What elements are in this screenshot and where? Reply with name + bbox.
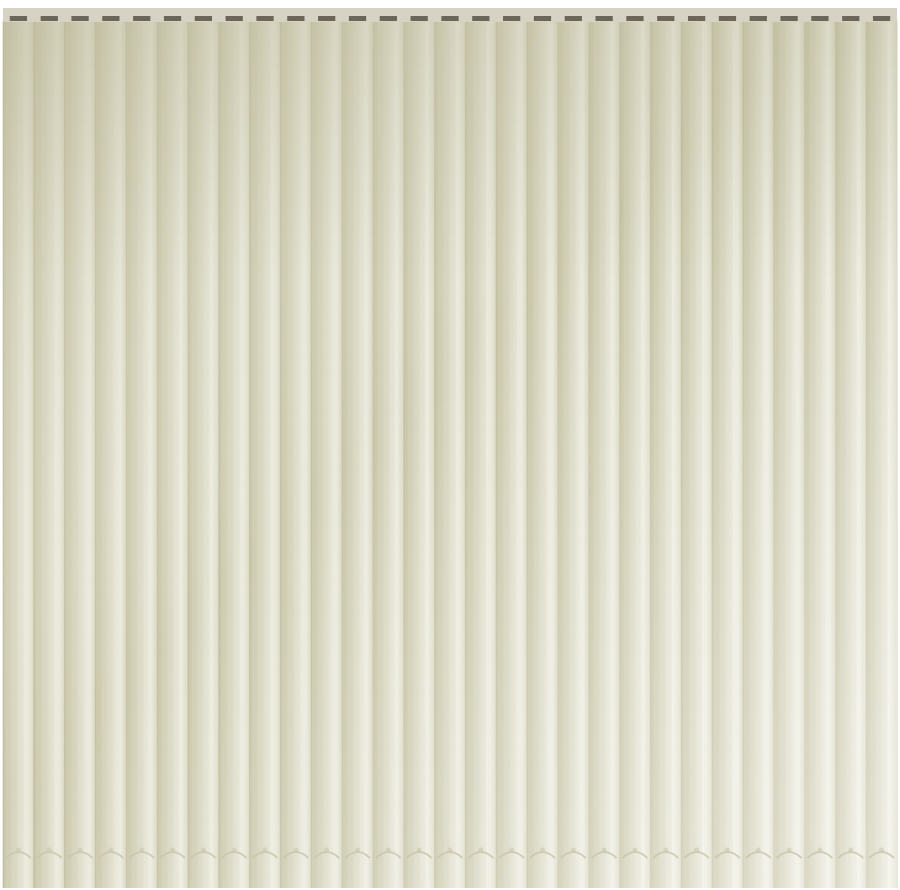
slat-carrier [318,16,336,21]
slat-carrier [749,16,767,21]
slat-carrier [410,16,428,21]
slat-carrier [287,16,305,21]
slat-carrier [503,16,521,21]
bottom-weight [262,847,268,853]
slat-carrier [564,16,582,21]
bottom-weight [848,847,854,853]
slat-carrier [348,16,367,21]
slat-carrier [718,16,737,21]
slat-carrier [71,16,89,21]
slat-carrier [225,16,243,21]
vertical-blinds-illustration [0,0,900,890]
bottom-weight [108,847,114,853]
bottom-weight [355,847,361,853]
slat-carrier [595,16,613,21]
bottom-weight [231,847,237,853]
bottom-weight [509,847,515,853]
slat-carrier [472,16,490,21]
headrail [3,8,897,22]
slat-carrier [379,16,397,21]
slat-carrier [133,16,151,21]
bottom-weight [200,847,206,853]
bottom-weight [46,847,52,853]
bottom-weight [724,847,730,853]
slat-carrier [626,16,644,21]
bottom-weight [478,847,484,853]
slat-carrier [441,16,459,21]
slat-carrier [163,16,182,21]
bottom-weight [632,847,638,853]
slat-carrier [533,16,552,21]
bottom-weight [755,847,761,853]
bottom-weight [416,847,422,853]
bottom-weight [570,847,576,853]
slat-carrier [102,16,120,21]
slat-carrier [9,16,28,21]
bottom-weight [170,847,176,853]
bottom-weight [879,847,885,853]
slat-carriers [9,16,891,21]
bottom-weight [539,847,545,853]
slat-carrier [687,16,706,21]
bottom-weight [601,847,607,853]
top-gradient [3,20,897,888]
bottom-weight [15,847,21,853]
bottom-weight [324,847,330,853]
bottom-weight [817,847,823,853]
slat-carrier [780,16,798,21]
slat-carrier [194,16,213,21]
bottom-weight [139,847,145,853]
bottom-weight [77,847,83,853]
bottom-weight [293,847,299,853]
slat-carrier [256,16,274,21]
slat-carrier [872,16,891,21]
slat-carrier [40,16,58,21]
slat-carrier [657,16,675,21]
bottom-weight [663,847,669,853]
vertical-blinds-photo [0,0,900,890]
slat-carrier [811,16,829,21]
bottom-weight [694,847,700,853]
bottom-weight [447,847,453,853]
bottom-weight [786,847,792,853]
slat-carrier [842,16,860,21]
bottom-weight [385,847,391,853]
